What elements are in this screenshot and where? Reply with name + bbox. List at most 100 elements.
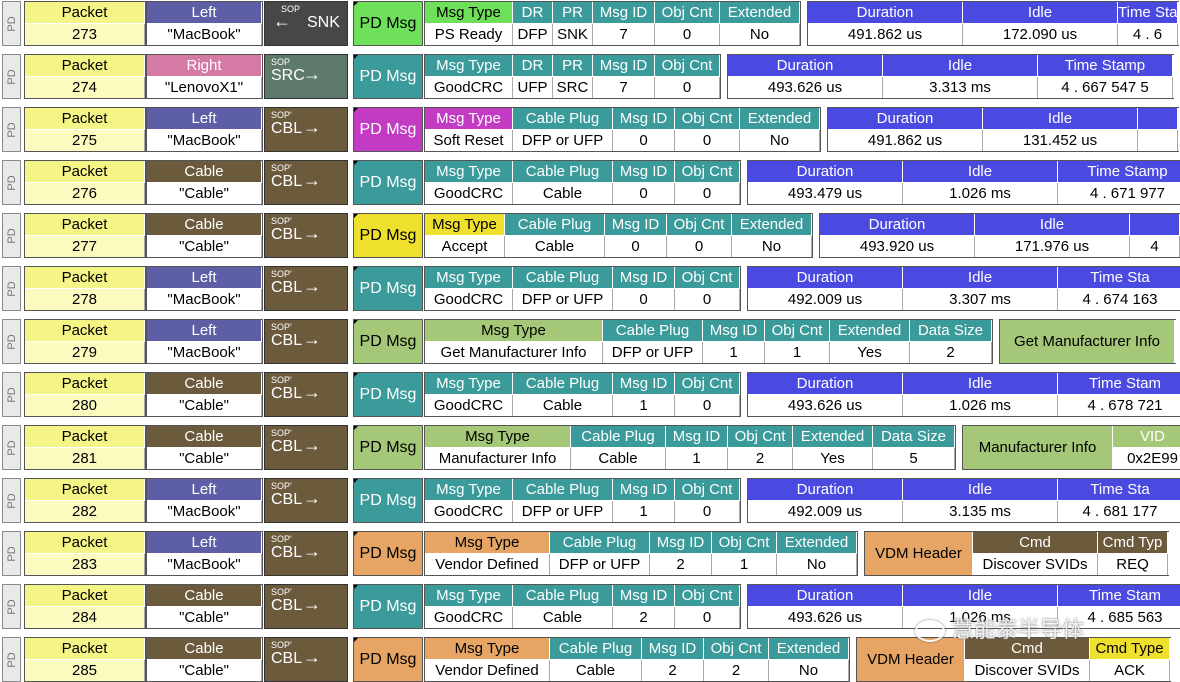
role-cell[interactable]: Left "MacBook"	[146, 266, 263, 311]
role-cell[interactable]: Left "MacBook"	[146, 1, 263, 46]
field-value: Vendor Defined	[425, 554, 550, 575]
field-header: Cable Plug	[513, 479, 613, 500]
role-cell[interactable]: Cable "Cable"	[146, 637, 263, 682]
packet-header: Packet	[25, 214, 145, 235]
packet-cell[interactable]: Packet 274	[24, 54, 146, 99]
packet-cell[interactable]: Packet 279	[24, 319, 146, 364]
packet-row[interactable]: PD Packet 275 Left "MacBook" SOP' → CBL PD Msg Ms…	[0, 107, 1180, 152]
packet-cell[interactable]: Packet 283	[24, 531, 146, 576]
pd-msg-cell[interactable]: PD Msg	[353, 425, 423, 470]
pd-msg-cell[interactable]: PD Msg	[353, 319, 423, 364]
timing-value: 492.009 us	[748, 501, 903, 522]
role-cell[interactable]: Cable "Cable"	[146, 372, 263, 417]
device-name: "Cable"	[147, 395, 262, 416]
arrow-right-icon: →	[303, 223, 321, 243]
field-value: 0	[613, 183, 675, 204]
pd-msg-cell[interactable]: PD Msg	[353, 637, 423, 682]
role-cell[interactable]: Cable "Cable"	[146, 160, 263, 205]
field-value: 0	[675, 183, 740, 204]
pd-tab: PD	[2, 319, 21, 364]
pd-msg-cell[interactable]: PD Msg	[353, 1, 423, 46]
pd-msg-cell[interactable]: PD Msg	[353, 584, 423, 629]
direction-label: CBL	[271, 438, 303, 455]
sop-tag: SOP	[271, 57, 291, 67]
field-header: Msg Type	[425, 426, 571, 447]
timing-value: 3.307 ms	[903, 289, 1058, 310]
packet-cell[interactable]: Packet 277	[24, 213, 146, 258]
packet-row[interactable]: PD Packet 277 Cable "Cable" SOP' → CBL PD Msg Msg…	[0, 213, 1180, 258]
packet-row[interactable]: PD Packet 276 Cable "Cable" SOP' → CBL PD Msg Msg…	[0, 160, 1180, 205]
role-cell[interactable]: Left "MacBook"	[146, 107, 263, 152]
packet-cell[interactable]: Packet 281	[24, 425, 146, 470]
field-value: UFP	[513, 77, 553, 98]
timing-value: REQ	[1098, 554, 1168, 575]
device-name: "MacBook"	[147, 130, 262, 151]
pd-msg-cell[interactable]: PD Msg	[353, 107, 423, 152]
pd-label: PD	[5, 651, 18, 668]
timing-header: Idle	[903, 267, 1058, 288]
extended-header: Manufacturer Info	[963, 426, 1113, 469]
field-header: Msg Type	[425, 214, 505, 235]
pd-msg-cell[interactable]: PD Msg	[353, 266, 423, 311]
role-cell[interactable]: Cable "Cable"	[146, 425, 263, 470]
packet-cell[interactable]: Packet 282	[24, 478, 146, 523]
pd-msg-cell[interactable]: PD Msg	[353, 478, 423, 523]
field-value: 2	[728, 448, 793, 469]
role-cell[interactable]: Cable "Cable"	[146, 584, 263, 629]
role-header: Left	[147, 479, 262, 500]
role-cell[interactable]: Left "MacBook"	[146, 531, 263, 576]
field-header: Msg ID	[593, 55, 655, 76]
packet-number: 275	[25, 130, 145, 151]
watermark: 慧能泰半导体	[915, 612, 1084, 644]
role-cell[interactable]: Left "MacBook"	[146, 319, 263, 364]
message-fields: Msg Type GoodCRC DR UFP PR SRC Msg ID 7 Obj Cnt 0	[424, 54, 721, 99]
timing-fields: Duration 491.862 us Idle 131.452 us	[827, 107, 1179, 152]
timing-fields: Duration 493.920 us Idle 171.976 us 4	[819, 213, 1180, 258]
packet-row[interactable]: PD Packet 282 Left "MacBook" SOP' → CBL PD Msg Ms…	[0, 478, 1180, 523]
packet-row[interactable]: PD Packet 279 Left "MacBook" SOP' → CBL PD Msg Ms…	[0, 319, 1180, 364]
field-header: Msg Type	[425, 55, 513, 76]
packet-row[interactable]: PD Packet 283 Left "MacBook" SOP' → CBL PD Msg Ms…	[0, 531, 1180, 576]
packet-cell[interactable]: Packet 280	[24, 372, 146, 417]
field-header: Cable Plug	[513, 161, 613, 182]
pd-tab: PD	[2, 160, 21, 205]
field-header: Msg Type	[425, 532, 550, 553]
packet-row[interactable]: PD Packet 281 Cable "Cable" SOP' → CBL PD Msg Msg…	[0, 425, 1180, 470]
packet-header: Packet	[25, 373, 145, 394]
field-header: Msg Type	[425, 320, 603, 341]
direction-cell: SOP' → CBL	[264, 425, 348, 470]
packet-cell[interactable]: Packet 278	[24, 266, 146, 311]
role-header: Right	[147, 55, 262, 76]
field-value: Manufacturer Info	[425, 448, 571, 469]
pd-label: PD	[5, 68, 18, 85]
timing-header: Duration	[748, 373, 903, 394]
field-value: DFP or UFP	[603, 342, 703, 363]
role-cell[interactable]: Cable "Cable"	[146, 213, 263, 258]
field-value: 1	[666, 448, 728, 469]
role-cell[interactable]: Right "LenovoX1"	[146, 54, 263, 99]
pd-msg-cell[interactable]: PD Msg	[353, 213, 423, 258]
pd-msg-cell[interactable]: PD Msg	[353, 531, 423, 576]
pd-msg-cell[interactable]: PD Msg	[353, 160, 423, 205]
pd-msg-cell[interactable]: PD Msg	[353, 54, 423, 99]
field-value: No	[777, 554, 857, 575]
packet-row[interactable]: PD Packet 273 Left "MacBook" SOP ← SNK PD Msg Msg…	[0, 1, 1180, 46]
packet-number: 279	[25, 342, 145, 363]
pd-msg-cell[interactable]: PD Msg	[353, 372, 423, 417]
message-fields: Msg Type GoodCRC Cable Plug Cable Msg ID 1 Obj…	[424, 372, 741, 417]
direction-label: CBL	[271, 226, 303, 243]
packet-cell[interactable]: Packet 284	[24, 584, 146, 629]
packet-cell[interactable]: Packet 275	[24, 107, 146, 152]
packet-row[interactable]: PD Packet 274 Right "LenovoX1" SOP → SRC PD Msg M…	[0, 54, 1180, 99]
packet-row[interactable]: PD Packet 278 Left "MacBook" SOP' → CBL PD Msg Ms…	[0, 266, 1180, 311]
packet-row[interactable]: PD Packet 280 Cable "Cable" SOP' → CBL PD Msg Msg…	[0, 372, 1180, 417]
field-header: Cable Plug	[571, 426, 666, 447]
role-cell[interactable]: Left "MacBook"	[146, 478, 263, 523]
message-fields: Msg Type Manufacturer Info Cable Plug Cable…	[424, 425, 956, 470]
sop-tag: SOP'	[271, 534, 292, 544]
packet-cell[interactable]: Packet 285	[24, 637, 146, 682]
role-header: Cable	[147, 373, 262, 394]
message-fields: Msg Type Vendor Defined Cable Plug Cable Msg…	[424, 637, 850, 682]
packet-cell[interactable]: Packet 273	[24, 1, 146, 46]
packet-cell[interactable]: Packet 276	[24, 160, 146, 205]
